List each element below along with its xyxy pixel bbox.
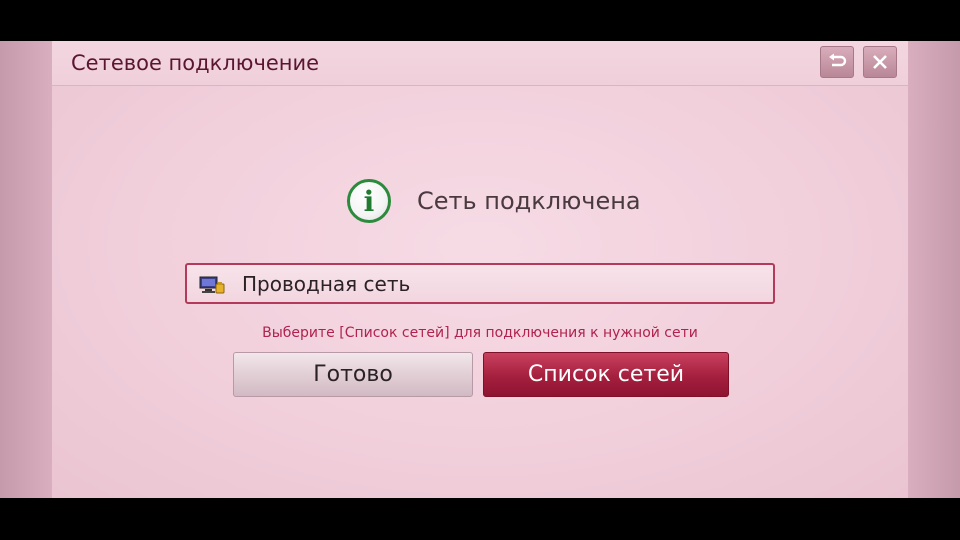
network-connection-dialog: Сетевое подключение i Сеть подключена Пр… <box>52 41 908 498</box>
network-item-wired[interactable]: Проводная сеть <box>185 263 775 304</box>
right-backdrop <box>908 41 960 498</box>
connection-status: i Сеть подключена <box>347 179 641 223</box>
back-arrow-icon <box>829 53 847 67</box>
network-label: Проводная сеть <box>242 272 411 296</box>
done-button[interactable]: Готово <box>233 352 473 397</box>
hint-text: Выберите [Список сетей] для подключения … <box>262 325 698 341</box>
left-backdrop <box>0 41 52 498</box>
back-button[interactable] <box>820 46 854 78</box>
close-button[interactable] <box>863 46 897 78</box>
network-list-button[interactable]: Список сетей <box>483 352 729 397</box>
status-text: Сеть подключена <box>417 187 641 215</box>
wired-network-icon <box>199 276 225 294</box>
info-icon: i <box>347 179 391 223</box>
close-icon <box>873 55 887 69</box>
dialog-title: Сетевое подключение <box>71 51 320 75</box>
dialog-titlebar: Сетевое подключение <box>52 41 908 86</box>
tv-screen: Сетевое подключение i Сеть подключена Пр… <box>0 41 960 498</box>
